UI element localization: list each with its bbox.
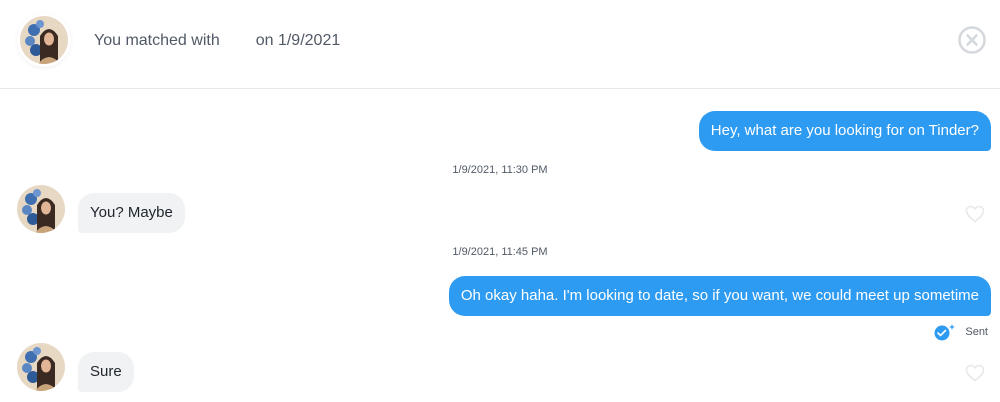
message-bubble-incoming[interactable]: Sure [78, 352, 134, 392]
message-bubble-outgoing[interactable]: Hey, what are you looking for on Tinder? [698, 111, 991, 151]
chat-window: You matched with on 1/9/2021 Hey, what ar… [0, 0, 1000, 402]
message-timestamp: 1/9/2021, 11:45 PM [452, 246, 548, 258]
message-timestamp: 1/9/2021, 11:30 PM [452, 164, 548, 176]
match-prefix: You matched with [94, 32, 220, 49]
match-header: You matched with on 1/9/2021 [0, 0, 1000, 89]
message-bubble-outgoing[interactable]: Oh okay haha. I'm looking to date, so if… [448, 276, 991, 316]
delivery-status: Sent [933, 323, 988, 341]
message-text: Sure [90, 363, 122, 380]
sent-status-label: Sent [965, 326, 988, 338]
heart-outline-icon[interactable] [965, 364, 985, 382]
heart-outline-icon[interactable] [965, 205, 985, 223]
match-date: on 1/9/2021 [255, 32, 341, 49]
match-avatar[interactable] [20, 16, 68, 64]
close-icon[interactable] [958, 26, 986, 54]
sender-avatar[interactable] [17, 343, 65, 391]
message-text: You? Maybe [90, 204, 173, 221]
message-text: Oh okay haha. I'm looking to date, so if… [460, 287, 979, 304]
message-text: Hey, what are you looking for on Tinder? [710, 122, 979, 139]
message-bubble-incoming[interactable]: You? Maybe [78, 193, 185, 233]
match-info: You matched with on 1/9/2021 [94, 32, 340, 50]
sent-check-icon [933, 323, 957, 341]
sender-avatar[interactable] [17, 185, 65, 233]
